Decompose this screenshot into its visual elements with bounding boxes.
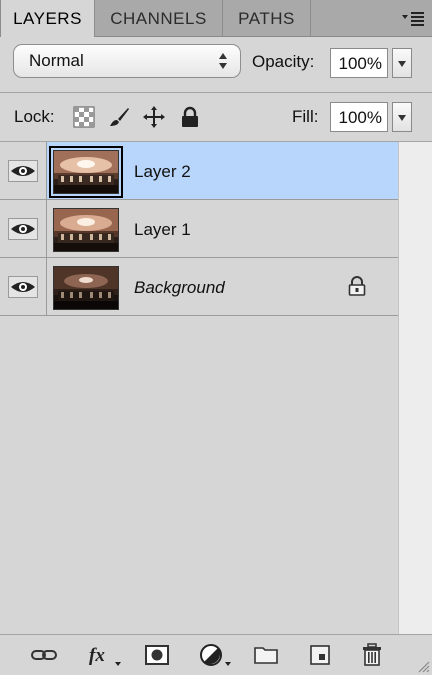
lock-transparent-pixels-icon[interactable] (73, 106, 95, 128)
layer-thumbnail[interactable] (49, 146, 123, 198)
new-layer-icon[interactable] (306, 641, 334, 669)
select-arrows-icon (219, 53, 227, 69)
svg-text:fx: fx (89, 645, 105, 666)
panel-menu-icon[interactable] (400, 8, 426, 28)
layer-lock-icon (348, 276, 366, 296)
layer-name[interactable]: Layer 1 (134, 220, 191, 240)
layers-list: Layer 2 Layer 1 Background (0, 142, 398, 634)
layers-bottom-toolbar: fx (0, 634, 432, 675)
fill-input[interactable]: 100% (330, 102, 388, 132)
eye-icon (8, 160, 38, 182)
eye-icon (8, 276, 38, 298)
layer-name[interactable]: Layer 2 (134, 162, 191, 182)
lock-label: Lock: (14, 107, 55, 126)
fill-dropdown-button[interactable] (392, 102, 412, 132)
layer-mask-icon[interactable] (143, 641, 171, 669)
layers-panel: LAYERS CHANNELS PATHS Normal Opacity: 10… (0, 0, 432, 675)
visibility-toggle[interactable] (0, 142, 47, 199)
tab-paths[interactable]: PATHS (223, 0, 311, 36)
resize-grip-icon[interactable] (414, 657, 430, 673)
layer-row-layer-2[interactable]: Layer 2 (0, 142, 398, 200)
layer-thumbnail[interactable] (53, 208, 119, 252)
visibility-toggle[interactable] (0, 258, 47, 315)
fill-label: Fill: (292, 107, 319, 126)
tab-channels[interactable]: CHANNELS (95, 0, 223, 36)
layer-row-background[interactable]: Background (0, 258, 398, 316)
link-layers-icon[interactable] (30, 641, 58, 669)
new-group-folder-icon[interactable] (252, 641, 280, 669)
lock-position-icon[interactable] (143, 106, 165, 128)
opacity-label: Opacity: (252, 52, 315, 71)
visibility-toggle[interactable] (0, 200, 47, 257)
layer-style-fx-icon[interactable]: fx (88, 641, 122, 669)
opacity-input[interactable]: 100% (330, 48, 388, 78)
layer-name[interactable]: Background (134, 278, 225, 298)
blend-mode-select[interactable]: Normal (13, 44, 241, 78)
eye-icon (8, 218, 38, 240)
lock-all-icon[interactable] (179, 106, 201, 128)
lock-image-pixels-icon[interactable] (108, 106, 130, 128)
opacity-dropdown-button[interactable] (392, 48, 412, 78)
delete-trash-icon[interactable] (358, 641, 386, 669)
tab-layers[interactable]: LAYERS (0, 0, 95, 37)
adjustment-layer-icon[interactable] (198, 641, 232, 669)
layers-scrollbar[interactable] (398, 142, 432, 634)
layer-thumbnail[interactable] (53, 266, 119, 310)
divider (0, 92, 432, 93)
layer-row-layer-1[interactable]: Layer 1 (0, 200, 398, 258)
blend-mode-value: Normal (29, 51, 84, 70)
panel-tab-strip: LAYERS CHANNELS PATHS (0, 0, 432, 37)
